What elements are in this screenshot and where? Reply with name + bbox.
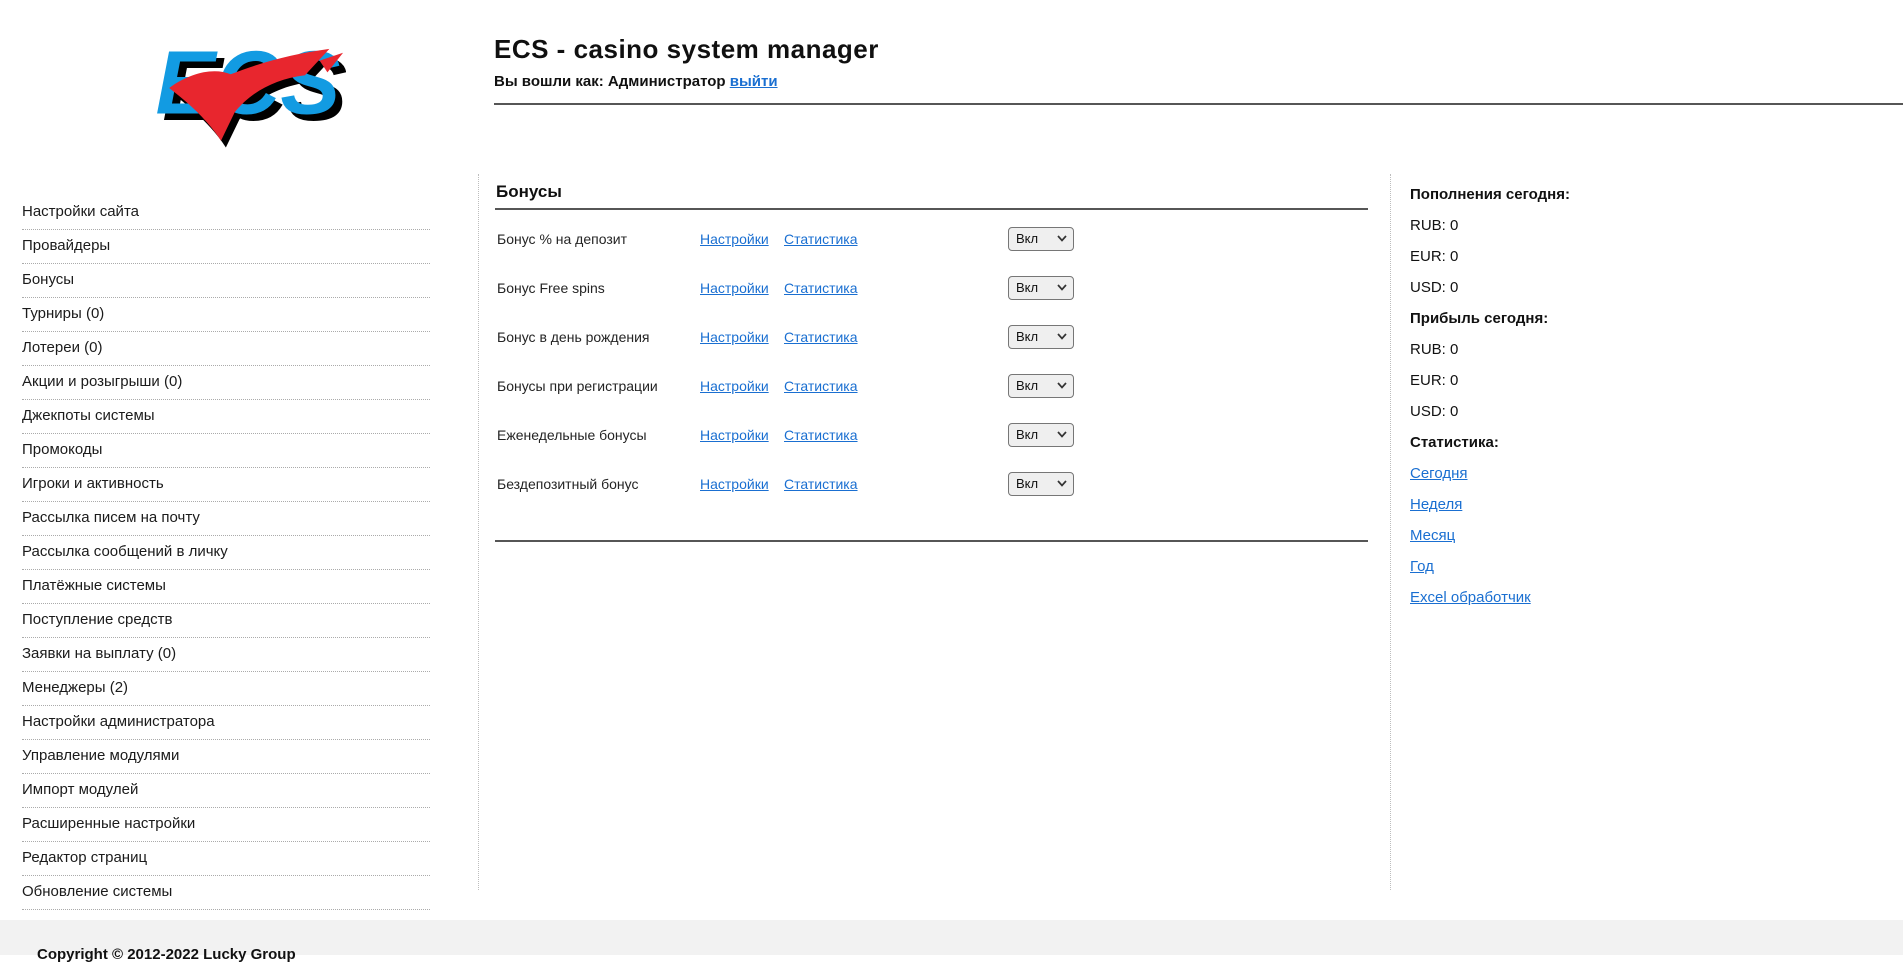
bonus-row: Бонусы при регистрации Настройки Статист… bbox=[495, 361, 1368, 410]
ecs-logo[interactable]: ECS ECS bbox=[136, 18, 346, 154]
profit-today-values: RUB: 0EUR: 0USD: 0 bbox=[1410, 334, 1830, 427]
currency-value: RUB: 0 bbox=[1410, 210, 1830, 241]
sidebar-item[interactable]: Турниры (0) bbox=[22, 298, 430, 332]
settings-link[interactable]: Настройки bbox=[700, 378, 769, 394]
sidebar-item[interactable]: Управление модулями bbox=[22, 740, 430, 774]
sidebar-item[interactable]: Игроки и активность bbox=[22, 468, 430, 502]
settings-link[interactable]: Настройки bbox=[700, 280, 769, 296]
bonus-label: Бонус % на депозит bbox=[497, 231, 627, 247]
statistics-heading: Статистика: bbox=[1410, 427, 1830, 458]
stats-link[interactable]: Статистика bbox=[784, 378, 858, 394]
stats-period-link[interactable]: Неделя bbox=[1410, 496, 1462, 513]
bonus-label: Бонус Free spins bbox=[497, 280, 605, 296]
login-label: Вы вошли как: Администратор bbox=[494, 73, 726, 90]
bonus-row: Бонус Free spins Настройки Статистика Вк… bbox=[495, 263, 1368, 312]
stats-period-link[interactable]: Год bbox=[1410, 558, 1434, 575]
settings-link[interactable]: Настройки bbox=[700, 476, 769, 492]
sidebar-item[interactable]: Заявки на выплату (0) bbox=[22, 638, 430, 672]
statistics-links: Сегодня Неделя Месяц Год Excel обработчик bbox=[1410, 458, 1830, 613]
bonus-label: Бездепозитный бонус bbox=[497, 476, 638, 492]
settings-link[interactable]: Настройки bbox=[700, 231, 769, 247]
sidebar-menu: Настройки сайтаПровайдерыБонусыТурниры (… bbox=[22, 196, 430, 910]
profit-today-heading: Прибыль сегодня: bbox=[1410, 303, 1830, 334]
sidebar-item[interactable]: Лотереи (0) bbox=[22, 332, 430, 366]
section-top-divider bbox=[495, 208, 1368, 210]
sidebar-item[interactable]: Настройки сайта bbox=[22, 196, 430, 230]
sidebar-item[interactable]: Рассылка писем на почту bbox=[22, 502, 430, 536]
login-status: Вы вошли как: Администратор выйти bbox=[494, 73, 778, 90]
right-panel: Пополнения сегодня: RUB: 0EUR: 0USD: 0 П… bbox=[1410, 179, 1830, 613]
settings-link[interactable]: Настройки bbox=[700, 329, 769, 345]
bonus-state-select-wrap: Вкл bbox=[1008, 374, 1074, 398]
stats-period-link[interactable]: Сегодня bbox=[1410, 465, 1468, 482]
bonus-state-select-wrap: Вкл bbox=[1008, 276, 1074, 300]
bonus-state-select[interactable]: Вкл bbox=[1008, 227, 1074, 251]
stats-link[interactable]: Статистика bbox=[784, 329, 858, 345]
sidebar-item[interactable]: Провайдеры bbox=[22, 230, 430, 264]
page-title: ECS - casino system manager bbox=[494, 34, 879, 65]
sidebar-item[interactable]: Промокоды bbox=[22, 434, 430, 468]
sidebar-item[interactable]: Настройки администратора bbox=[22, 706, 430, 740]
currency-value: USD: 0 bbox=[1410, 396, 1830, 427]
main-rightpanel-divider bbox=[1390, 174, 1391, 890]
currency-value: EUR: 0 bbox=[1410, 241, 1830, 272]
stats-link[interactable]: Статистика bbox=[784, 427, 858, 443]
deposits-today-heading: Пополнения сегодня: bbox=[1410, 179, 1830, 210]
bonus-row: Бонус в день рождения Настройки Статисти… bbox=[495, 312, 1368, 361]
bonus-state-select-wrap: Вкл bbox=[1008, 472, 1074, 496]
bonus-label: Бонусы при регистрации bbox=[497, 378, 658, 394]
bonus-state-select-wrap: Вкл bbox=[1008, 227, 1074, 251]
stats-link[interactable]: Статистика bbox=[784, 476, 858, 492]
sidebar-item[interactable]: Джекпоты системы bbox=[22, 400, 430, 434]
bonus-state-select-wrap: Вкл bbox=[1008, 423, 1074, 447]
bonus-list: Бонус % на депозит Настройки Статистика … bbox=[495, 214, 1368, 508]
bonus-state-select[interactable]: Вкл bbox=[1008, 423, 1074, 447]
sidebar-item[interactable]: Редактор страниц bbox=[22, 842, 430, 876]
bonus-state-select-wrap: Вкл bbox=[1008, 325, 1074, 349]
stats-period-link[interactable]: Excel обработчик bbox=[1410, 589, 1531, 606]
sidebar-item[interactable]: Расширенные настройки bbox=[22, 808, 430, 842]
stats-link[interactable]: Статистика bbox=[784, 231, 858, 247]
currency-value: RUB: 0 bbox=[1410, 334, 1830, 365]
sidebar-item[interactable]: Бонусы bbox=[22, 264, 430, 298]
bonus-state-select[interactable]: Вкл bbox=[1008, 325, 1074, 349]
bonus-row: Бездепозитный бонус Настройки Статистика… bbox=[495, 459, 1368, 508]
sidebar-item[interactable]: Поступление средств bbox=[22, 604, 430, 638]
logout-link[interactable]: выйти bbox=[730, 73, 778, 90]
bonus-row: Еженедельные бонусы Настройки Статистика… bbox=[495, 410, 1368, 459]
bonus-row: Бонус % на депозит Настройки Статистика … bbox=[495, 214, 1368, 263]
currency-value: USD: 0 bbox=[1410, 272, 1830, 303]
sidebar-main-divider bbox=[478, 174, 479, 890]
bonus-label: Еженедельные бонусы bbox=[497, 427, 647, 443]
section-bottom-divider bbox=[495, 540, 1368, 542]
bonus-state-select[interactable]: Вкл bbox=[1008, 472, 1074, 496]
stats-link[interactable]: Статистика bbox=[784, 280, 858, 296]
sidebar-item[interactable]: Платёжные системы bbox=[22, 570, 430, 604]
sidebar-item[interactable]: Рассылка сообщений в личку bbox=[22, 536, 430, 570]
section-title: Бонусы bbox=[496, 182, 562, 202]
settings-link[interactable]: Настройки bbox=[700, 427, 769, 443]
footer: Copyright © 2012-2022 Lucky Group bbox=[0, 920, 1903, 955]
sidebar-item[interactable]: Импорт модулей bbox=[22, 774, 430, 808]
sidebar-item[interactable]: Акции и розыгрыши (0) bbox=[22, 366, 430, 400]
sidebar-item[interactable]: Менеджеры (2) bbox=[22, 672, 430, 706]
deposits-today-values: RUB: 0EUR: 0USD: 0 bbox=[1410, 210, 1830, 303]
stats-period-link[interactable]: Месяц bbox=[1410, 527, 1455, 544]
bonus-state-select[interactable]: Вкл bbox=[1008, 374, 1074, 398]
sidebar-item[interactable]: Обновление системы bbox=[22, 876, 430, 910]
header-divider bbox=[494, 103, 1903, 105]
bonus-label: Бонус в день рождения bbox=[497, 329, 650, 345]
bonus-state-select[interactable]: Вкл bbox=[1008, 276, 1074, 300]
currency-value: EUR: 0 bbox=[1410, 365, 1830, 396]
